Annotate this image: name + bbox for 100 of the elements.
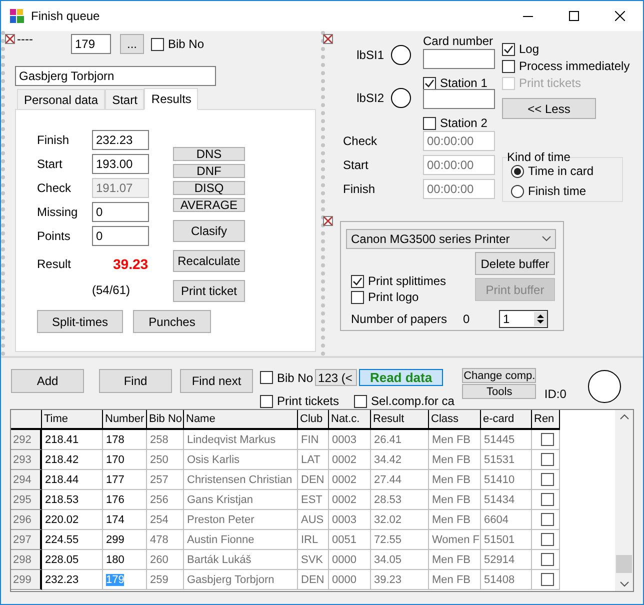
field-label: Finish [37,133,70,147]
panel-button[interactable]: Punches [133,310,211,333]
row-header[interactable]: 295 [11,490,42,510]
option-checkbox[interactable]: Process immediately [502,59,643,73]
search-field[interactable]: 123 (< [315,369,358,386]
table-cell: 256 [147,490,184,510]
station-checkbox[interactable]: Station 2 [423,116,488,130]
column-header[interactable]: Ren [532,410,560,430]
toolbar-button[interactable]: Find [99,369,172,393]
table-cell: 0003 [329,430,371,450]
card-number-field[interactable] [423,89,495,109]
row-checkbox[interactable] [540,473,554,486]
time-field[interactable]: 00:00:00 [423,179,495,199]
bib-no-checkbox[interactable]: Bib No [151,37,204,51]
card-number-field[interactable] [423,49,495,69]
time-field[interactable]: 193.00 [92,154,149,174]
name-field[interactable]: Gasbjerg Torbjorn [15,66,216,86]
table-cell: 27.44 [371,470,429,490]
status-button[interactable]: AVERAGE [173,198,245,212]
side-button[interactable]: Tools [462,384,536,399]
table-cell: 0002 [329,450,371,470]
column-header[interactable]: Class [429,410,481,430]
table-cell: 51434 [481,490,532,510]
status-button[interactable]: DISQ [173,181,245,195]
time-field[interactable]: 00:00:00 [423,155,495,175]
table-cell: 257 [147,470,184,490]
tab[interactable]: Results [144,88,198,110]
copies-spinner[interactable]: 1 [499,310,548,328]
splitter-icon[interactable] [323,216,333,226]
table-cell: 51445 [481,430,532,450]
row-header[interactable]: 298 [11,550,42,570]
table-cell: AUS [298,510,329,530]
card-number-label: Card number [423,34,494,48]
splitter-icon[interactable] [5,34,15,44]
toolbar-button[interactable]: Add [11,369,84,393]
table-cell: Men FB [429,450,481,470]
scroll-up-icon[interactable] [620,414,628,420]
row-checkbox[interactable] [540,573,554,586]
table-cell: 51531 [481,450,532,470]
row-header[interactable]: 299 [11,570,42,590]
row-checkbox[interactable] [540,513,554,526]
row-header[interactable]: 294 [11,470,42,490]
table-cell: Osis Karlis [184,450,298,470]
table-cell: 179 [103,570,147,590]
row-checkbox[interactable] [540,553,554,566]
time-field[interactable]: 00:00:00 [423,131,495,151]
radio-button[interactable]: Time in card [511,164,622,178]
action-button[interactable]: Print ticket [173,280,245,302]
table-cell: Men FB [429,570,481,590]
tab[interactable]: Start [105,89,144,109]
row-header[interactable]: 293 [11,450,42,470]
row-checkbox[interactable] [540,533,554,546]
chevron-down-icon [542,236,551,242]
checkmark-icon [352,276,363,286]
time-field[interactable]: 0 [92,226,149,246]
table-cell: 6604 [481,510,532,530]
less-button[interactable]: << Less [502,98,596,119]
column-header[interactable]: Bib No [147,410,184,430]
table-cell: Men FB [429,510,481,530]
column-header[interactable]: Club [298,410,329,430]
bib-no-checkbox[interactable]: Bib No [260,370,314,384]
sel-comp-checkbox[interactable]: Sel.comp.for ca [354,394,454,408]
maximize-icon [569,11,579,21]
action-button[interactable]: Recalculate [173,250,245,272]
table-cell: 51408 [481,570,532,590]
side-button[interactable]: Change comp. [462,368,536,383]
column-header[interactable]: Result [371,410,429,430]
row-header[interactable]: 296 [11,510,42,530]
time-field[interactable]: 0 [92,202,149,222]
column-header[interactable]: Time [42,410,103,430]
row-checkbox[interactable] [540,453,554,466]
scroll-thumb[interactable] [616,555,632,573]
column-header[interactable]: e-card [481,410,532,430]
number-field[interactable]: 179 [71,34,111,54]
print-option-checkbox[interactable]: Print logo [351,290,446,304]
scroll-down-icon[interactable] [620,581,628,587]
browse-button[interactable]: ... [120,34,144,54]
status-button[interactable]: DNF [173,164,245,178]
row-header[interactable]: 297 [11,530,42,550]
column-header[interactable]: Number [103,410,147,430]
print-option-checkbox[interactable]: Print splittimes [351,274,446,288]
tab[interactable]: Personal data [17,89,106,109]
column-header[interactable]: Name [184,410,298,430]
panel-button[interactable]: Split-times [37,310,123,333]
radio-button[interactable]: Finish time [511,184,622,198]
scrollbar[interactable] [615,410,633,591]
splitter-icon[interactable] [323,34,333,44]
printer-dropdown[interactable]: Canon MG3500 series Printer [346,229,556,249]
row-checkbox[interactable] [540,433,554,446]
buffer-button[interactable]: Delete buffer [475,252,555,275]
option-checkbox[interactable]: Log [502,42,643,56]
toolbar-button[interactable]: Find next [180,369,253,393]
column-header[interactable]: Nat.c. [329,410,371,430]
status-button[interactable]: DNS [173,147,245,161]
action-button[interactable]: Clasify [173,220,245,242]
table-cell: EST [298,490,329,510]
time-field[interactable]: 232.23 [92,130,149,150]
print-tickets-checkbox[interactable]: Print tickets [260,394,340,408]
row-header[interactable]: 292 [11,430,42,450]
row-checkbox[interactable] [540,493,554,506]
